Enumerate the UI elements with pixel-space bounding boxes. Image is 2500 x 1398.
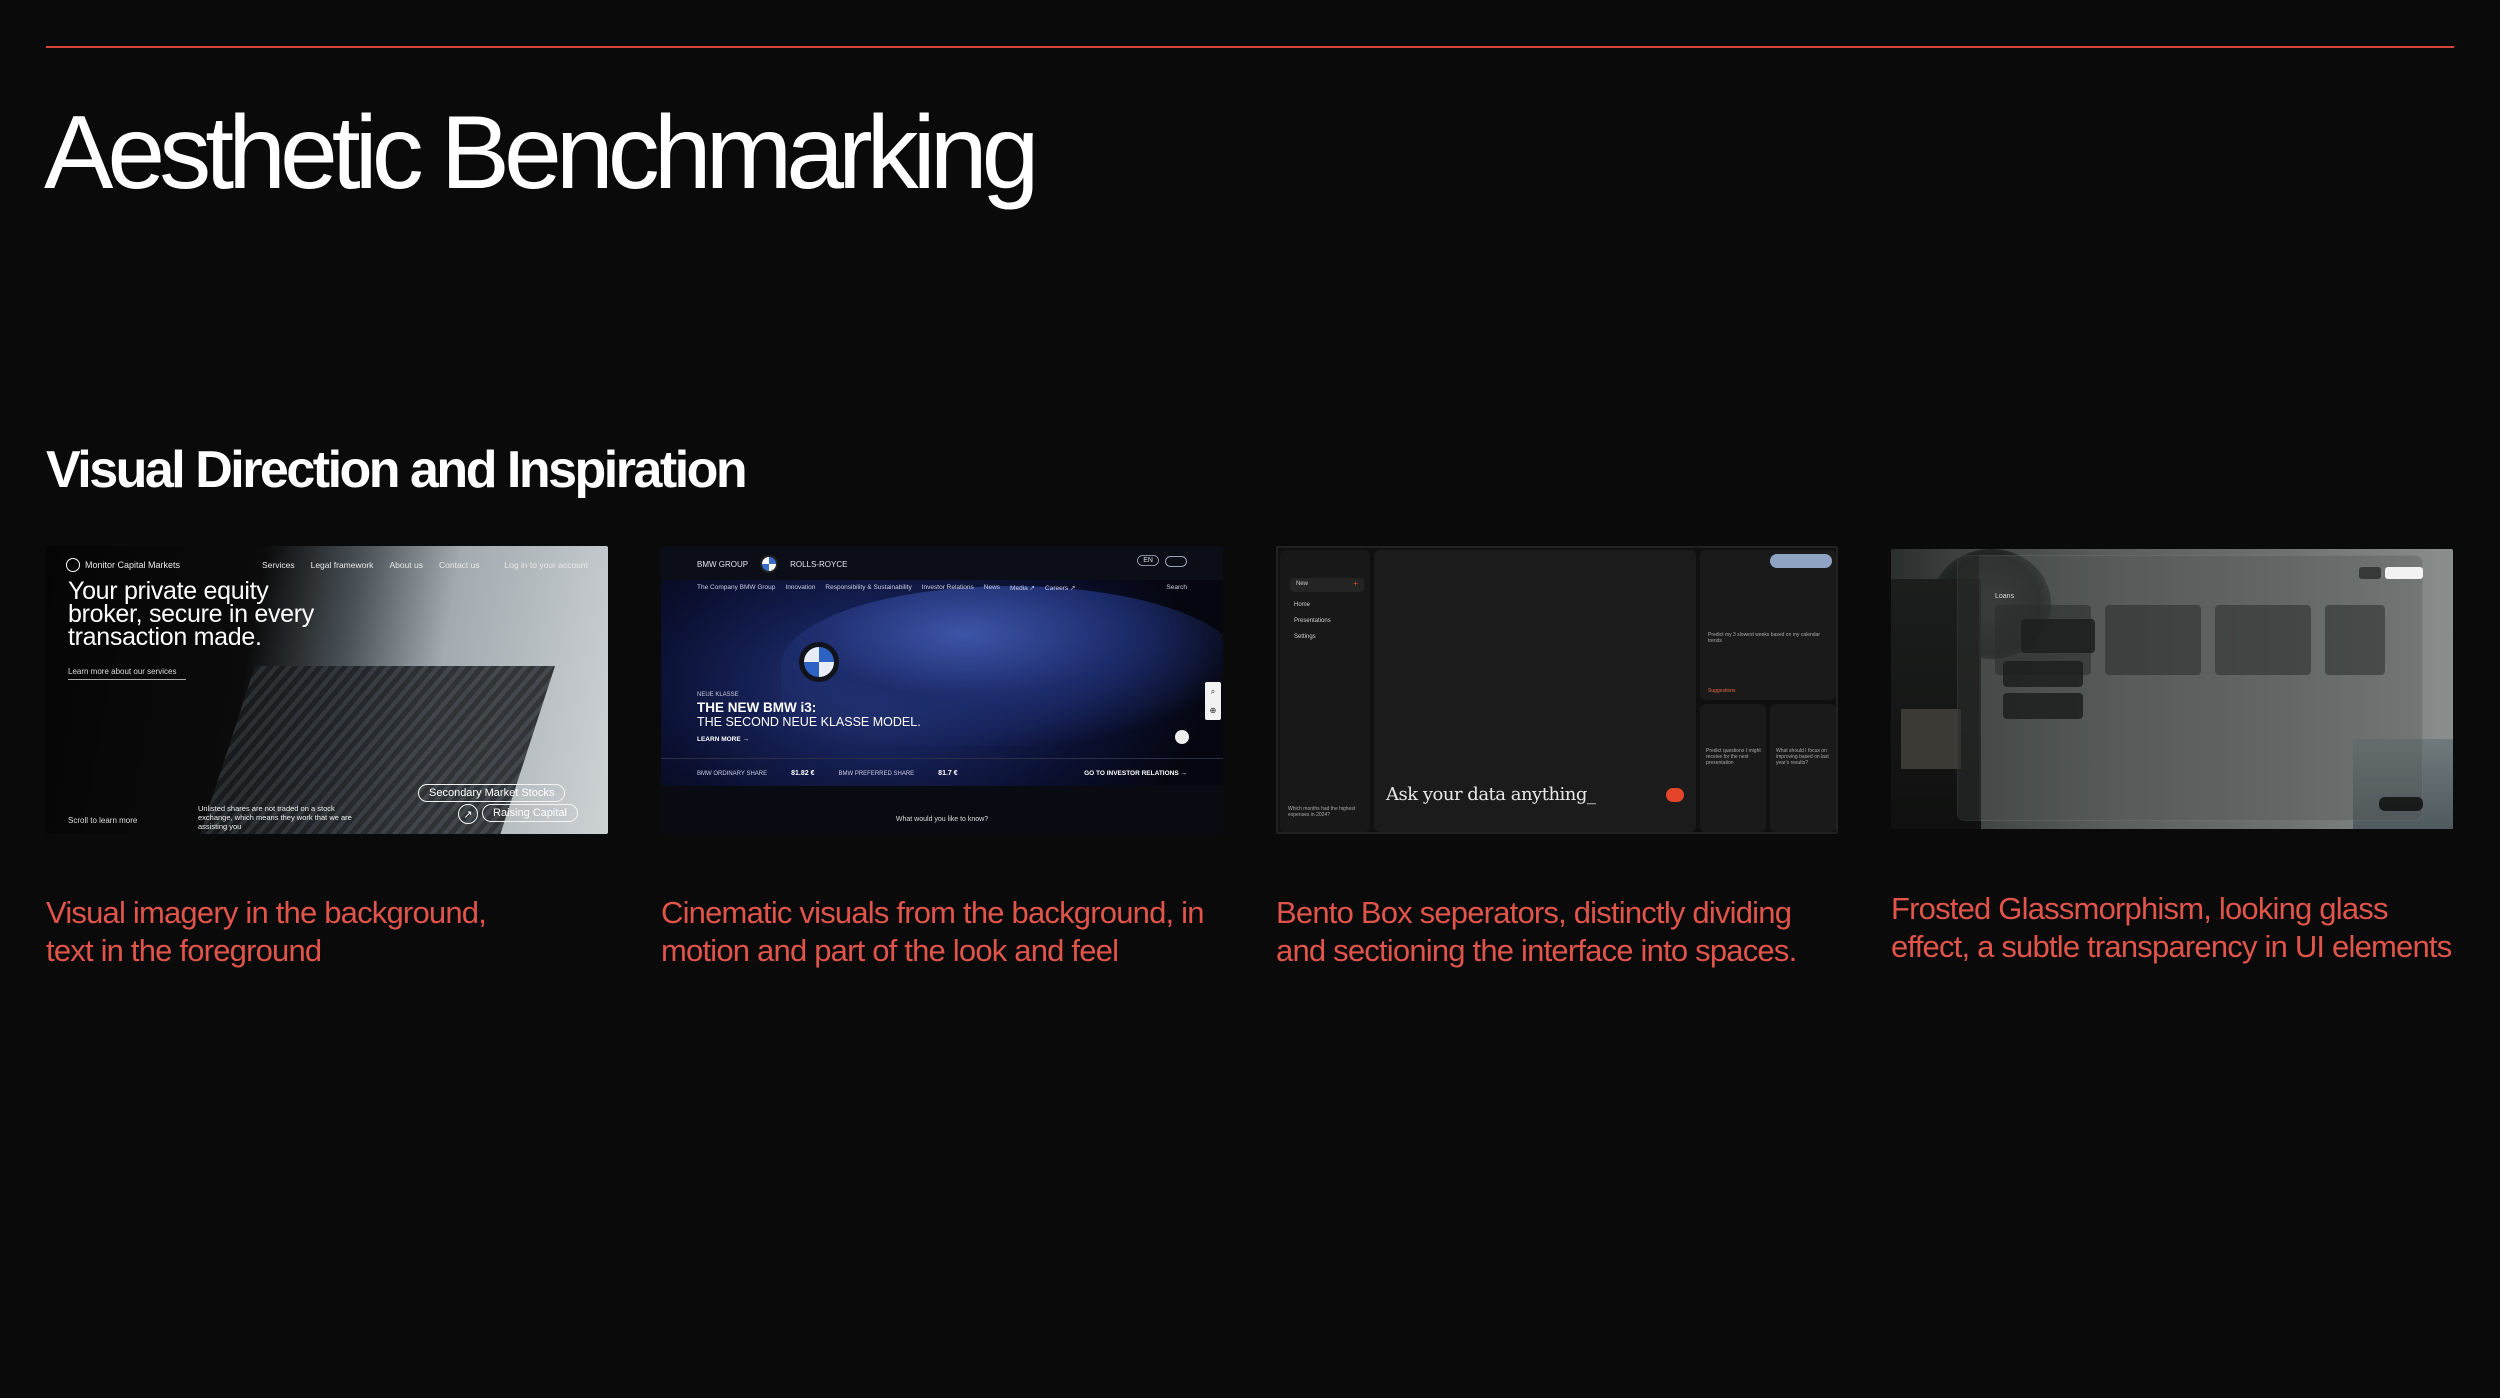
caption-card-2: Cinematic visuals from the background, i…	[661, 894, 1231, 970]
mock-new-chat: New	[1290, 578, 1364, 592]
mock-nav-item: Home	[1294, 602, 1311, 608]
mock-fine-print: Unlisted shares are not traded on a stoc…	[198, 804, 352, 831]
bento-right-panel: Predict questions I might receive for th…	[1700, 704, 1766, 832]
bento-right-panel: What should I focus on improving based o…	[1770, 704, 1836, 832]
mock-ask: What would you like to know?	[895, 816, 989, 823]
mock-subhero: THE SECOND NEUE KLASSE MODEL.	[697, 715, 921, 729]
mock-menu-item: Careers ↗	[1045, 585, 1076, 592]
mock-nav-item: Presentations	[1294, 618, 1331, 624]
mock-ir-link: GO TO INVESTOR RELATIONS →	[1084, 770, 1187, 777]
section-title: Visual Direction and Inspiration	[46, 441, 748, 499]
mock-login: Log in to your account	[504, 560, 588, 570]
mock-nav: Monitor Capital Markets Services Legal f…	[66, 558, 588, 574]
bmw-logo-icon	[760, 555, 779, 573]
mock-primary-button	[2385, 567, 2423, 579]
mock-brand: ROLLS-ROYCE	[790, 559, 848, 569]
mock-side-note: Which months had the highest expenses in…	[1288, 806, 1356, 818]
mock-floating-card	[2003, 693, 2083, 719]
caption-line: Cinematic visuals from the background, i…	[661, 895, 1204, 930]
bento-left-panel: New Home Presentations Settings Which mo…	[1280, 550, 1370, 832]
top-accent-rule	[46, 46, 2454, 48]
mock-logo-text: Monitor Capital Markets	[85, 560, 181, 570]
caption-card-4: Frosted Glassmorphism, looking glass eff…	[1891, 890, 2471, 966]
mock-scroll-hint: Scroll to learn more	[68, 816, 138, 825]
mock-logo: Monitor Capital Markets	[66, 558, 180, 572]
caption-card-3: Bento Box seperators, distinctly dividin…	[1276, 894, 1846, 970]
logo-mark-icon	[66, 558, 80, 572]
mock-brand: BMW GROUP	[697, 559, 749, 569]
page-title: Aesthetic Benchmarking	[44, 95, 1039, 211]
arrow-icon: ↗	[458, 804, 478, 824]
divider	[661, 758, 1223, 759]
stat-value: 81.7 €	[938, 770, 958, 777]
mock-link: Contact us	[439, 560, 480, 570]
mock-stats: BMW ORDINARY SHARE 81.82 € BMW PREFERRED …	[697, 770, 958, 777]
glass-sidebar	[1957, 555, 1979, 821]
stat-value: 81.82 €	[791, 770, 815, 777]
mock-menu-item: The Company BMW Group	[697, 584, 776, 591]
mock-tag: Suggestions	[1708, 688, 1736, 694]
mock-link: Services	[262, 560, 295, 570]
mock-search: Search	[1166, 584, 1187, 591]
mock-ask-button	[2379, 797, 2423, 811]
pause-icon	[1175, 730, 1189, 744]
zoom-icon: ⊕	[1209, 706, 1217, 716]
inspiration-card-bento[interactable]: New Home Presentations Settings Which mo…	[1276, 546, 1838, 834]
mock-note: Predict questions I might receive for th…	[1706, 748, 1761, 766]
mock-column	[2215, 605, 2311, 675]
mock-ask-input: Ask your data anything_	[1386, 784, 1596, 805]
mock-title: Loans	[1995, 593, 2015, 600]
caption-line: motion and part of the look and feel	[661, 933, 1119, 968]
toggle-icon	[1165, 556, 1187, 567]
mock-note: What should I focus on improving based o…	[1776, 748, 1829, 766]
mock-floating-card	[2003, 661, 2083, 687]
inspiration-card-glassmorphism[interactable]: Loans	[1891, 549, 2453, 829]
mock-menu-item: Responsibility & Sustainability	[825, 584, 912, 591]
mock-links: Services Legal framework About us Contac…	[262, 560, 480, 570]
mock-secondary-button	[2359, 567, 2381, 579]
stat-label: BMW PREFERRED SHARE	[838, 770, 915, 777]
mock-bottom-bar	[661, 786, 1223, 834]
mock-menu-item: News	[983, 584, 1001, 591]
mock-floating-card	[2021, 619, 2095, 653]
mock-link: Legal framework	[310, 560, 374, 570]
mock-column	[2105, 605, 2201, 675]
stat-label: BMW ORDINARY SHARE	[697, 770, 768, 777]
mock-hero: THE NEW BMW i3:	[697, 700, 817, 715]
mock-nav-item: Settings	[1294, 634, 1316, 640]
window-image	[1901, 709, 1961, 769]
bento-right-panel: Predict my 3 slowest weeks based on my c…	[1700, 550, 1836, 700]
mock-link: About us	[389, 560, 423, 570]
mock-column	[2325, 605, 2385, 675]
mock-learn-link: LEARN MORE →	[697, 736, 749, 743]
caption-line: Bento Box seperators, distinctly dividin…	[1276, 895, 1792, 930]
mock-side-tools: ⌕ ⊕	[1205, 682, 1221, 720]
mock-learn-link: Learn more about our services	[68, 667, 186, 680]
mock-menu: The Company BMW Group Innovation Respons…	[697, 584, 1075, 592]
mock-pill-raising: Raising Capital	[482, 804, 578, 822]
mock-pill	[1770, 554, 1832, 568]
mock-menu-item: Investor Relations	[921, 584, 974, 591]
caption-line: text in the foreground	[46, 933, 322, 968]
mock-hero: Your private equity broker, secure in ev…	[68, 579, 408, 651]
inspiration-card-monitor-capital[interactable]: Monitor Capital Markets Services Legal f…	[46, 546, 608, 834]
mock-menu-item: Innovation	[785, 584, 816, 591]
bmw-badge-icon	[799, 642, 839, 682]
mock-hero-line: transaction made.	[68, 623, 262, 651]
caption-card-1: Visual imagery in the background, text i…	[46, 894, 616, 970]
caption-line: effect, a subtle transparency in UI elem…	[1891, 929, 2452, 964]
mock-menu-item: Media ↗	[1010, 585, 1036, 592]
mock-kicker: NEUE KLASSE	[697, 692, 739, 698]
caption-line: Visual imagery in the background,	[46, 895, 487, 930]
mock-language: EN	[1137, 555, 1159, 566]
send-icon	[1666, 788, 1684, 802]
glass-panel	[1957, 555, 2423, 821]
search-icon: ⌕	[1210, 686, 1216, 696]
inspiration-card-bmw[interactable]: BMW GROUP ROLLS-ROYCE EN The Company BMW…	[661, 546, 1223, 834]
caption-line: and sectioning the interface into spaces…	[1276, 933, 1797, 968]
caption-line: Frosted Glassmorphism, looking glass	[1891, 891, 2388, 926]
mock-logos: BMW GROUP ROLLS-ROYCE	[697, 555, 847, 573]
mock-note: Predict my 3 slowest weeks based on my c…	[1708, 632, 1820, 644]
mock-pill-secondary: Secondary Market Stocks	[418, 784, 566, 802]
